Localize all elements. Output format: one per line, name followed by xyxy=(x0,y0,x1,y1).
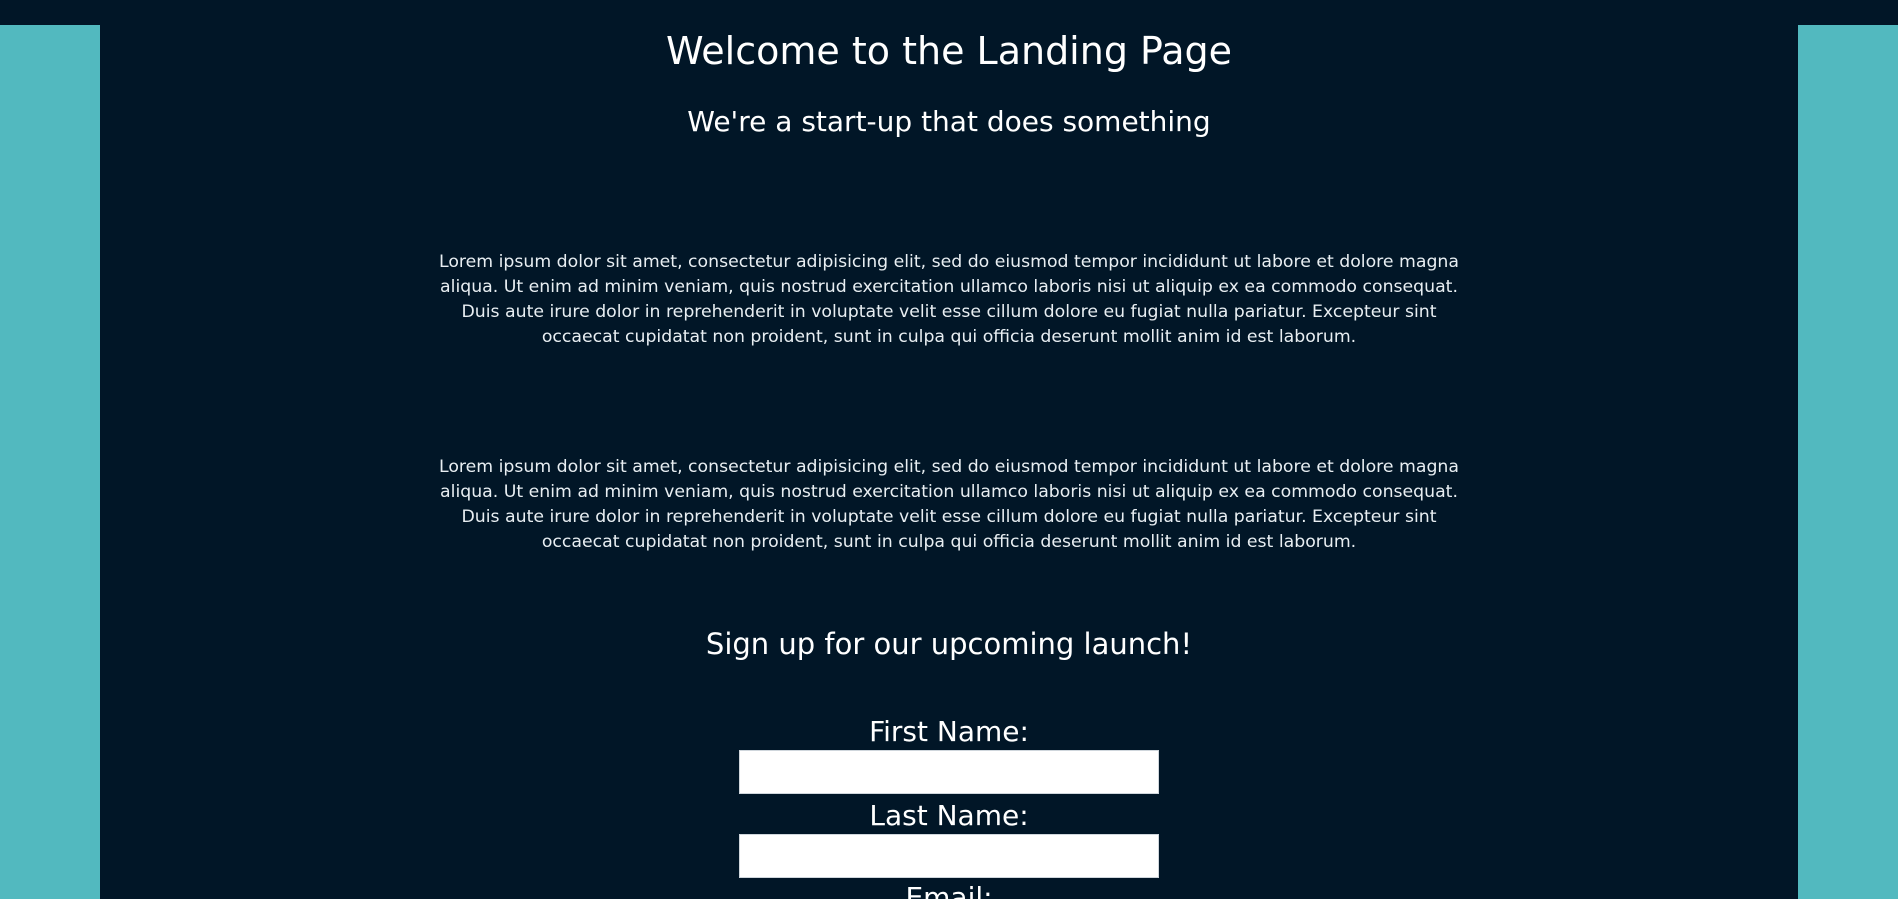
main-content: Welcome to the Landing Page We're a star… xyxy=(100,0,1798,899)
landing-page: Welcome to the Landing Page We're a star… xyxy=(0,0,1898,899)
last-name-label: Last Name: xyxy=(869,799,1029,832)
email-label: Email: xyxy=(905,881,993,899)
last-name-input[interactable] xyxy=(739,834,1159,878)
page-title: Welcome to the Landing Page xyxy=(665,29,1233,73)
first-name-input[interactable] xyxy=(739,750,1159,794)
page-tagline: We're a start-up that does something xyxy=(687,105,1211,138)
intro-paragraph-1: Lorem ipsum dolor sit amet, consectetur … xyxy=(439,252,1459,347)
signup-heading: Sign up for our upcoming launch! xyxy=(705,627,1193,661)
first-name-label: First Name: xyxy=(869,715,1029,748)
left-side-panel xyxy=(0,25,100,899)
intro-paragraph-2: Lorem ipsum dolor sit amet, consectetur … xyxy=(439,457,1459,552)
right-side-panel xyxy=(1798,25,1898,899)
